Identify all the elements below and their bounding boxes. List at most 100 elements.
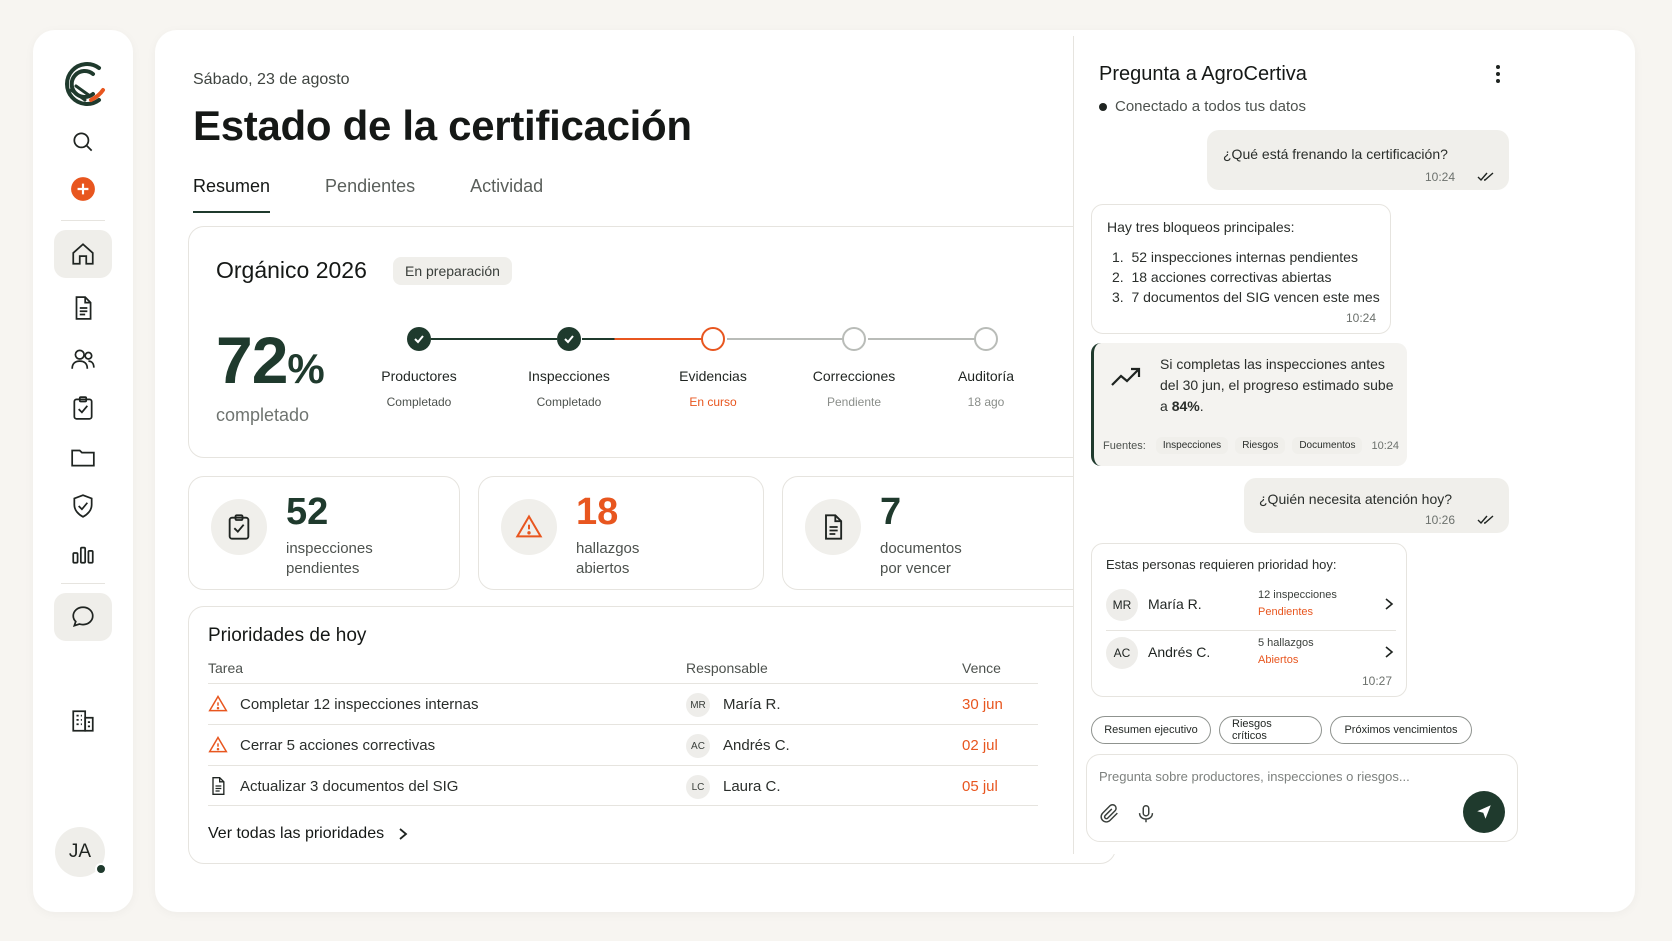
- step-correcciones[interactable]: Correcciones Pendiente: [794, 327, 914, 409]
- person-info: 5 hallazgos Abiertos: [1258, 635, 1314, 669]
- document-icon: [212, 777, 225, 795]
- message-time: 10:26: [1424, 513, 1455, 527]
- warning-icon: [208, 695, 228, 712]
- list-item-text: 18 acciones correctivas abiertas: [1131, 269, 1332, 285]
- suggestion-chip-riesgos[interactable]: Riesgos críticos: [1219, 716, 1322, 744]
- see-all-priorities-link[interactable]: Ver todas las prioridades: [208, 825, 408, 843]
- step-productores[interactable]: Productores Completado: [359, 327, 479, 409]
- person-name: María R.: [1148, 596, 1202, 612]
- users-icon: [71, 349, 95, 369]
- person-info: 12 inspecciones Pendientes: [1258, 587, 1337, 621]
- online-indicator: [95, 863, 107, 875]
- stat-card-documents[interactable]: 7 documentos por vencer: [782, 476, 1116, 590]
- status-badge: En preparación: [393, 257, 512, 285]
- send-button[interactable]: [1463, 791, 1505, 833]
- avatar: MR: [686, 693, 710, 717]
- message-intro: Estas personas requieren prioridad hoy:: [1106, 557, 1337, 572]
- table-row[interactable]: Completar 12 inspecciones internas MR Ma…: [208, 683, 1038, 724]
- status-text: Conectado a todos tus datos: [1115, 98, 1306, 115]
- chat-title: Pregunta a AgroCertiva: [1099, 63, 1307, 85]
- paperclip-icon[interactable]: [1099, 803, 1121, 825]
- sidebar-item-chat[interactable]: [54, 593, 112, 641]
- step-status: 18 ago: [967, 395, 1005, 409]
- message-time: 10:24: [1345, 311, 1376, 325]
- search-icon: [73, 132, 93, 152]
- step-inspecciones[interactable]: Inspecciones Completado: [509, 327, 629, 409]
- stat-icon-wrap: [805, 499, 861, 555]
- priorities-title: Prioridades de hoy: [208, 625, 367, 646]
- composer-placeholder: Pregunta sobre productores, inspecciones…: [1099, 769, 1410, 784]
- sidebar-divider: [61, 220, 105, 221]
- suggestion-chip-vencimientos[interactable]: Próximos vencimientos: [1330, 716, 1472, 744]
- source-chip[interactable]: Documentos: [1292, 437, 1363, 454]
- sidebar-item-organization[interactable]: [54, 697, 112, 745]
- agrocertiva-logo[interactable]: [55, 56, 111, 112]
- connection-status: Conectado a todos tus datos: [1099, 98, 1306, 115]
- microphone-icon[interactable]: [1135, 803, 1157, 825]
- double-check-icon: [1477, 172, 1494, 182]
- tab-actividad[interactable]: Actividad: [470, 176, 543, 213]
- tab-resumen[interactable]: Resumen: [193, 176, 271, 213]
- stat-card-inspections[interactable]: 52 inspecciones pendientes: [188, 476, 460, 590]
- sidebar-item-documents[interactable]: [54, 284, 112, 332]
- search-button[interactable]: [54, 118, 112, 166]
- stat-label: hallazgos abiertos: [576, 540, 640, 577]
- stat-icon-wrap: [211, 499, 267, 555]
- home-icon: [72, 243, 94, 265]
- tab-pendientes[interactable]: Pendientes: [325, 176, 415, 213]
- stat-value: 52: [286, 491, 329, 533]
- sidebar-item-security[interactable]: [54, 482, 112, 530]
- due-date: 05 jul: [962, 778, 998, 795]
- check-icon: [414, 335, 424, 344]
- sidebar-item-users[interactable]: [54, 335, 112, 383]
- task-text: Actualizar 3 documentos del SIG: [240, 778, 459, 795]
- due-date: 02 jul: [962, 737, 998, 754]
- assistant-message: Hay tres bloqueos principales: 1. 52 ins…: [1091, 204, 1391, 334]
- task-text: Cerrar 5 acciones correctivas: [240, 737, 436, 754]
- warning-icon: [515, 514, 543, 538]
- column-header-due: Vence: [962, 660, 1001, 676]
- source-chip[interactable]: Riesgos: [1235, 437, 1286, 454]
- owner-name: María R.: [723, 696, 781, 713]
- suggestion-chip-resumen[interactable]: Resumen ejecutivo: [1091, 716, 1211, 744]
- sources-row: Fuentes: Inspecciones Riesgos Documentos…: [1103, 437, 1399, 454]
- owner-name: Andrés C.: [723, 737, 790, 754]
- message-text: ¿Qué está frenando la certificación?: [1223, 146, 1448, 162]
- step-name: Correcciones: [812, 368, 896, 384]
- insight-text: Si completas las inspecciones antes del …: [1160, 354, 1396, 417]
- sidebar-item-home[interactable]: [54, 230, 112, 278]
- chat-bubble-icon: [72, 606, 94, 628]
- add-button[interactable]: [54, 165, 112, 213]
- more-options-icon[interactable]: [1495, 64, 1501, 84]
- progress-stepper: Productores Completado Inspecciones Comp…: [379, 327, 1069, 427]
- status-dot: [1099, 102, 1107, 111]
- step-evidencias[interactable]: Evidencias En curso: [653, 327, 773, 409]
- warning-icon: [208, 736, 228, 753]
- sidebar-item-folder[interactable]: [54, 433, 112, 481]
- document-icon: [825, 514, 843, 540]
- table-row[interactable]: Cerrar 5 acciones correctivas AC Andrés …: [208, 724, 1038, 765]
- clipboard-check-icon: [73, 396, 93, 420]
- user-avatar[interactable]: JA: [55, 827, 107, 877]
- person-row-maria[interactable]: MR María R. 12 inspecciones Pendientes: [1106, 583, 1396, 631]
- assistant-message: Estas personas requieren prioridad hoy: …: [1091, 543, 1407, 697]
- stat-card-findings[interactable]: 18 hallazgos abiertos: [478, 476, 764, 590]
- step-name: Evidencias: [679, 368, 747, 384]
- message-time: 10:24: [1371, 439, 1399, 452]
- step-auditoria[interactable]: Auditoría 18 ago: [926, 327, 1046, 409]
- step-status: Completado: [536, 395, 602, 409]
- person-row-andres[interactable]: AC Andrés C. 5 hallazgos Abiertos: [1106, 631, 1396, 679]
- step-name: Inspecciones: [528, 368, 610, 384]
- stat-value: 7: [880, 491, 902, 533]
- sidebar-item-inspections[interactable]: [54, 384, 112, 432]
- avatar: MR: [1106, 589, 1138, 621]
- chevron-right-icon: [399, 828, 408, 840]
- send-icon: [1477, 805, 1491, 819]
- table-row[interactable]: Actualizar 3 documentos del SIG LC Laura…: [208, 765, 1038, 806]
- avatar-initials: JA: [68, 841, 92, 862]
- source-chip[interactable]: Inspecciones: [1155, 437, 1229, 454]
- message-composer[interactable]: Pregunta sobre productores, inspecciones…: [1086, 754, 1518, 842]
- sidebar-item-analytics[interactable]: [54, 529, 112, 577]
- column-header-owner: Responsable: [686, 660, 768, 676]
- avatar: LC: [686, 775, 710, 799]
